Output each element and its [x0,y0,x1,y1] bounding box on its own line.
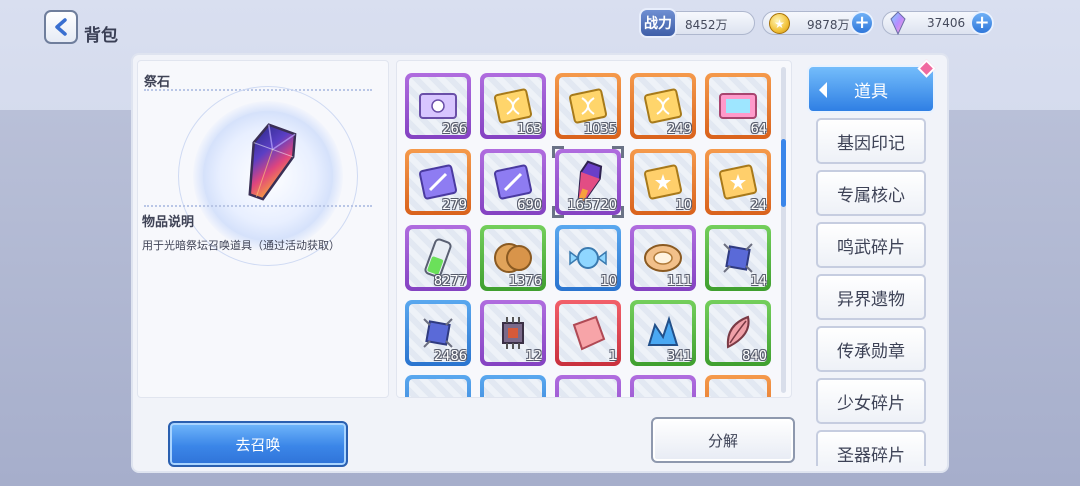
item-slot[interactable]: 10 [630,149,696,215]
item-count: 1035 [583,122,617,137]
item-grid: 266 163 1035 249 64 279 690 165720 10 24 8277 1376 1… [396,60,792,398]
item-count: 690 [517,198,542,213]
item-count: 279 [442,198,467,213]
item-count: 2486 [433,349,467,364]
divider [144,205,372,207]
item-detail-card: 祭石 物品说明 用于光暗祭坛召唤道具（通过活动获取） [137,60,389,398]
item-icon [716,386,760,398]
item-slot[interactable]: 266 [405,73,471,139]
item-slot[interactable]: 1035 [555,73,621,139]
item-slot[interactable]: 24 [705,149,771,215]
item-icon [416,386,460,398]
item-slot[interactable]: 111 [630,225,696,291]
item-count: 840 [742,349,767,364]
item-slot[interactable]: 10 [555,225,621,291]
item-count: 24 [750,198,767,213]
arrow-left-icon [819,82,827,98]
category-tabs: 道具 基因印记专属核心鸣武碎片异界遗物传承勋章少女碎片圣器碎片 [798,60,943,466]
item-name: 祭石 [144,75,171,90]
chevron-left-icon [55,18,67,36]
item-count: 8277 [433,274,467,289]
sacrifice-stone-icon [248,123,297,201]
gold-value: 9878万 [807,18,850,32]
item-count: 64 [750,122,767,137]
decompose-button[interactable]: 分解 [651,417,795,463]
tab-category[interactable]: 鸣武碎片 [816,222,926,268]
gem-value: 37406 [927,16,966,30]
item-count: 111 [667,274,692,289]
gem-display: 37406 + [882,11,994,35]
item-slot[interactable]: 279 [405,149,471,215]
item-slot[interactable]: 163 [480,73,546,139]
tab-category[interactable]: 少女碎片 [816,378,926,424]
item-slot[interactable] [705,375,771,398]
tab-label: 道具 [854,81,888,102]
item-slot[interactable] [405,375,471,398]
selection-corner [552,206,564,218]
item-icon [566,386,610,398]
tab-category[interactable]: 圣器碎片 [816,430,926,466]
tab-category[interactable]: 专属核心 [816,170,926,216]
power-display: 战力 8452万 [639,8,755,38]
item-count: 249 [667,122,692,137]
item-icon [491,386,535,398]
item-slot[interactable]: 690 [480,149,546,215]
item-slot[interactable]: 2486 [405,300,471,366]
item-count: 10 [675,198,692,213]
item-slot[interactable]: 64 [705,73,771,139]
description-title: 物品说明 [142,215,195,230]
summon-button[interactable]: 去召唤 [168,421,348,467]
page-title: 背包 [84,26,118,46]
selection-corner [552,146,564,158]
add-gem-button[interactable]: + [970,11,994,35]
add-gold-button[interactable]: + [850,11,874,35]
power-badge: 战力 [639,8,677,38]
item-slot[interactable]: 12 [480,300,546,366]
gem-icon [890,11,906,35]
gold-display: ★ 9878万 + [762,11,874,35]
item-count: 163 [517,122,542,137]
item-count: 10 [600,274,617,289]
scrollbar-thumb[interactable] [781,139,786,207]
item-slot[interactable]: 165720 [552,146,624,218]
item-slot[interactable]: 8277 [405,225,471,291]
tab-items[interactable]: 道具 [807,65,935,113]
power-value: 8452万 [685,18,728,32]
item-slot[interactable]: 1 [555,300,621,366]
item-count: 341 [667,349,692,364]
item-count: 1376 [508,274,542,289]
tab-category[interactable]: 传承勋章 [816,326,926,372]
item-slot[interactable]: 249 [630,73,696,139]
item-icon [641,386,685,398]
item-slot[interactable] [480,375,546,398]
item-count: 1 [608,349,617,364]
item-slot[interactable]: 1376 [480,225,546,291]
tab-category[interactable]: 基因印记 [816,118,926,164]
selection-corner [612,206,624,218]
item-count: 14 [750,274,767,289]
tab-category[interactable]: 异界遗物 [816,274,926,320]
gold-coin-icon: ★ [769,13,790,34]
selection-corner [612,146,624,158]
item-count: 266 [442,122,467,137]
description-text: 用于光暗祭坛召唤道具（通过活动获取） [142,239,340,252]
back-button[interactable] [44,10,78,44]
item-count: 165720 [567,198,617,213]
item-slot[interactable] [555,375,621,398]
fragment-icon [572,315,606,351]
item-slot[interactable]: 14 [705,225,771,291]
item-count: 12 [525,349,542,364]
item-slot[interactable] [630,375,696,398]
item-slot[interactable]: 341 [630,300,696,366]
item-slot[interactable]: 840 [705,300,771,366]
scrollbar-track[interactable] [781,67,786,393]
